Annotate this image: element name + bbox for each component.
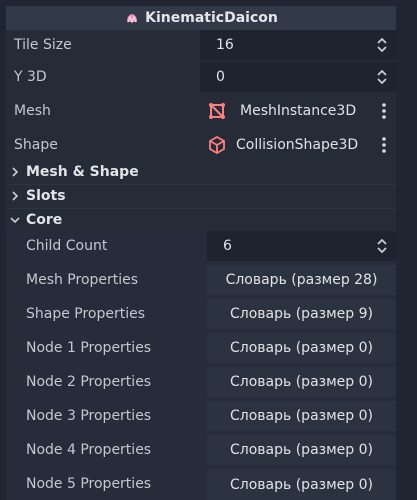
chevron-right-icon: [12, 167, 19, 177]
node4-properties-label: Node 4 Properties: [26, 442, 152, 458]
shape-label: Shape: [14, 137, 58, 153]
node3-properties-button[interactable]: Словарь (размер 0): [207, 401, 396, 431]
section-core[interactable]: Core: [6, 208, 396, 232]
shape-value: CollisionShape3D: [236, 137, 359, 153]
node2-properties-label: Node 2 Properties: [26, 374, 152, 390]
node1-properties-button[interactable]: Словарь (размер 0): [207, 333, 396, 363]
tile-size-label: Tile Size: [14, 37, 72, 53]
node5-properties-button[interactable]: Словарь (размер 0): [207, 469, 396, 500]
tile-size-value: 16: [216, 37, 234, 53]
mesh-label: Mesh: [14, 103, 51, 119]
child-count-value: 6: [223, 238, 232, 254]
node5-properties-label: Node 5 Properties: [26, 476, 152, 492]
inspector-header: KinematicDaicon: [6, 6, 396, 30]
more-options-icon[interactable]: [382, 103, 386, 119]
mesh-properties-label: Mesh Properties: [26, 272, 139, 288]
y3d-label: Y 3D: [14, 69, 47, 85]
y3d-value: 0: [216, 69, 225, 85]
node1-properties-label: Node 1 Properties: [26, 340, 152, 356]
spin-arrows-icon[interactable]: [376, 37, 388, 53]
node4-properties-button[interactable]: Словарь (размер 0): [207, 435, 396, 465]
spin-arrows-icon[interactable]: [376, 69, 388, 85]
more-options-icon[interactable]: [382, 137, 386, 153]
shape-properties-label: Shape Properties: [26, 306, 146, 322]
tile-size-spinbox[interactable]: 16: [200, 30, 396, 60]
y3d-spinbox[interactable]: 0: [200, 62, 396, 92]
spin-arrows-icon[interactable]: [376, 238, 388, 254]
mesh-properties-button[interactable]: Словарь (размер 28): [207, 265, 396, 295]
shape-node-picker[interactable]: CollisionShape3D: [200, 130, 396, 160]
chevron-right-icon: [12, 191, 19, 201]
section-slots[interactable]: Slots: [6, 184, 396, 208]
node2-properties-button[interactable]: Словарь (размер 0): [207, 367, 396, 397]
section-mesh-shape-label: Mesh & Shape: [26, 164, 139, 180]
section-core-label: Core: [26, 212, 63, 228]
mesh-instance-icon: [209, 103, 225, 119]
section-slots-label: Slots: [26, 188, 66, 204]
collision-shape-icon: [209, 136, 225, 154]
child-count-label: Child Count: [26, 238, 108, 254]
mesh-value: MeshInstance3D: [240, 103, 357, 119]
mesh-node-picker[interactable]: MeshInstance3D: [200, 96, 396, 126]
node3-properties-label: Node 3 Properties: [26, 408, 152, 424]
section-mesh-shape[interactable]: Mesh & Shape: [6, 160, 396, 184]
child-count-spinbox[interactable]: 6: [207, 231, 396, 261]
node-title: KinematicDaicon: [145, 10, 278, 26]
kinematic-node-icon: [127, 14, 138, 24]
shape-properties-button[interactable]: Словарь (размер 9): [207, 299, 396, 329]
chevron-down-icon: [10, 217, 20, 224]
